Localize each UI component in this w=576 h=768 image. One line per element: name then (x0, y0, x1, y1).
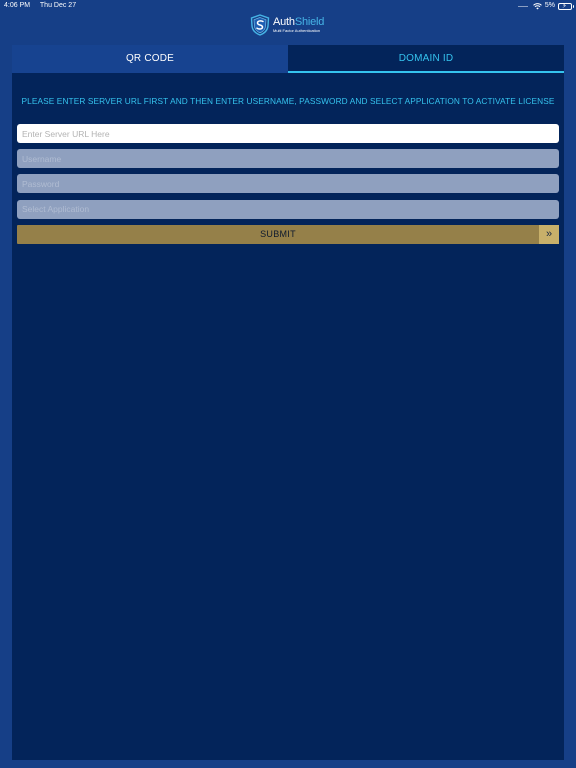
submit-label: SUBMIT (260, 229, 296, 239)
status-right: 5% ⚡ (517, 0, 574, 12)
activation-panel: QR CODE DOMAIN ID PLEASE ENTER SERVER UR… (12, 45, 564, 760)
username-input[interactable] (17, 149, 559, 168)
wifi-icon (533, 2, 542, 9)
logo-subtitle: Multi Factor Authentication (273, 28, 321, 33)
bolt-icon: ⚡ (562, 2, 567, 10)
tab-domain-id[interactable]: DOMAIN ID (288, 45, 564, 73)
select-application-dropdown[interactable]: Select Application (17, 200, 559, 219)
logo-title-shield: Shield (294, 16, 325, 28)
status-bar: 4:06 PM Thu Dec 27 5% ⚡ (0, 0, 576, 12)
logo-title: AuthShield (273, 17, 324, 28)
battery-percent: 5% (544, 2, 555, 9)
app-header: AuthShield Multi Factor Authentication (0, 12, 576, 40)
status-left: 4:06 PM Thu Dec 27 (4, 0, 84, 12)
tab-qr-code[interactable]: QR CODE (12, 45, 288, 73)
signal-icon (517, 5, 528, 7)
server-url-input[interactable] (17, 124, 559, 143)
logo-title-auth: Auth (273, 16, 295, 28)
double-chevron-right-icon[interactable]: » (539, 225, 559, 244)
tab-bar: QR CODE DOMAIN ID (12, 45, 564, 73)
battery-charging-icon: ⚡ (558, 2, 574, 10)
instruction-text: PLEASE ENTER SERVER URL FIRST AND THEN E… (21, 96, 555, 106)
submit-button[interactable]: SUBMIT » (17, 225, 559, 244)
status-time: 4:06 PM (4, 2, 31, 9)
shield-logo-icon (250, 14, 270, 36)
status-date: Thu Dec 27 (39, 2, 77, 9)
logo-text: AuthShield Multi Factor Authentication (273, 17, 324, 33)
authshield-logo: AuthShield Multi Factor Authentication (250, 14, 324, 36)
password-input[interactable] (17, 174, 559, 193)
